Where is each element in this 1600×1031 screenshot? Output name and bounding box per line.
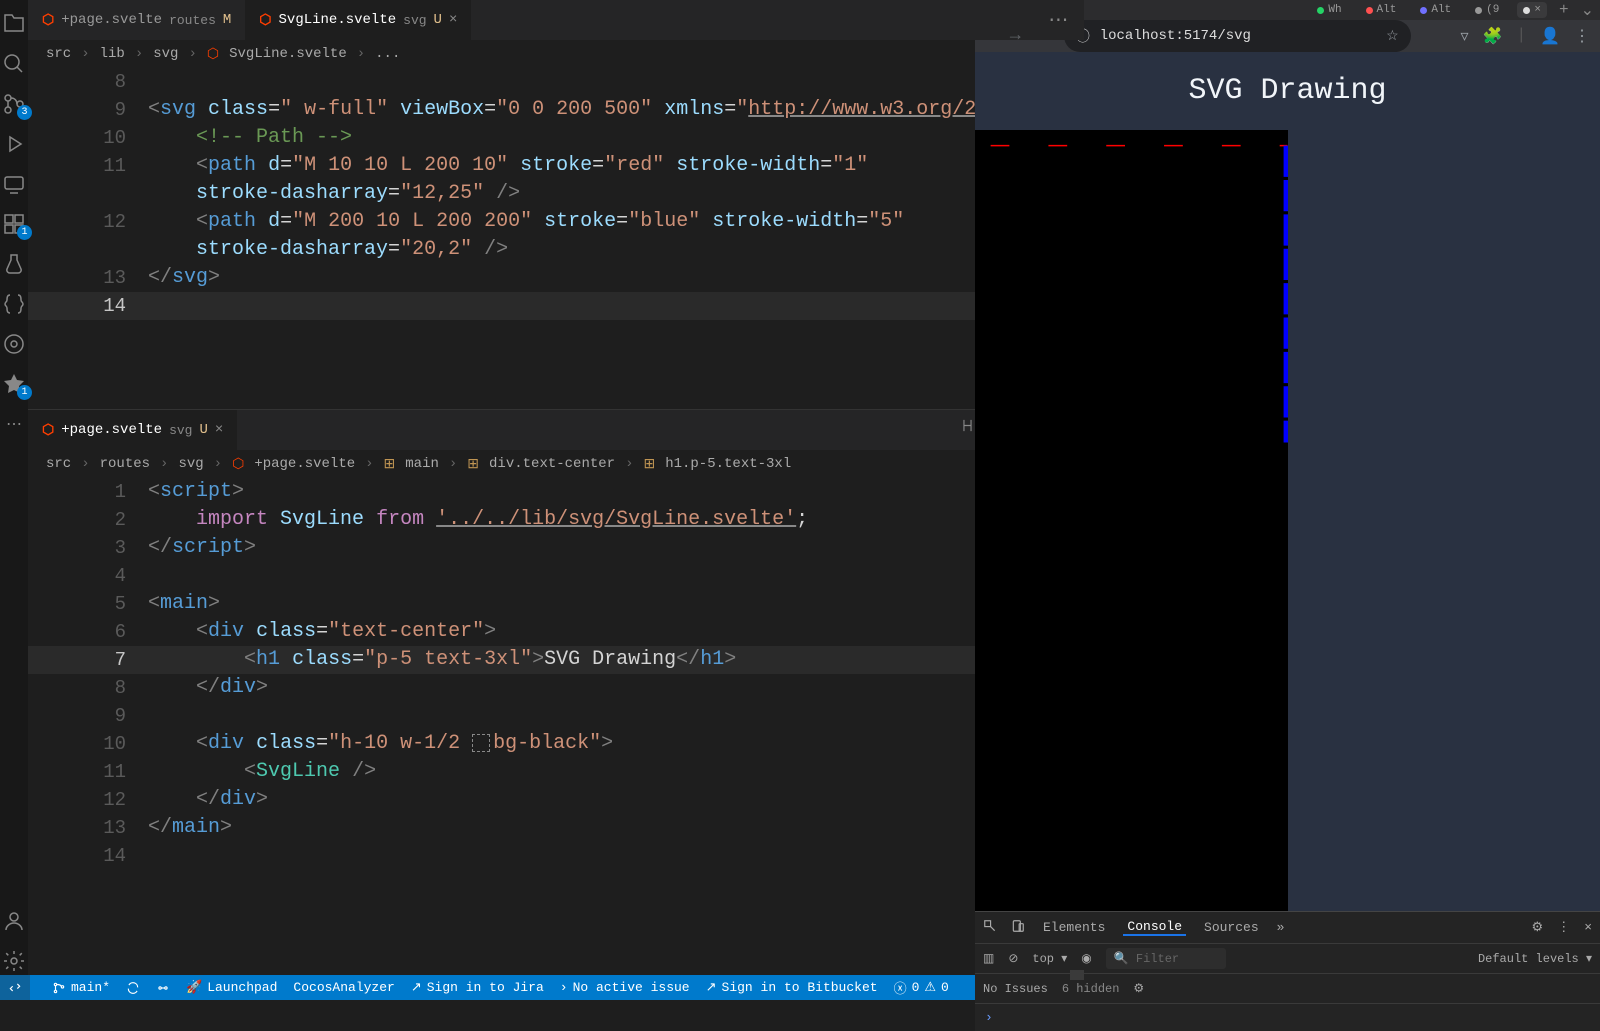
breadcrumbs-top[interactable]: src› lib› svg› ⬡SvgLine.svelte› ... xyxy=(28,40,1084,68)
gitlens-icon[interactable] xyxy=(0,330,28,358)
browser-tab[interactable]: Alt xyxy=(1414,2,1457,18)
close-icon[interactable]: × xyxy=(449,12,457,28)
gear-icon[interactable]: ⚙ xyxy=(1133,981,1144,996)
close-icon[interactable]: × xyxy=(215,422,223,438)
browser-tab[interactable]: (9 xyxy=(1469,2,1505,18)
issue-button[interactable]: › No active issue xyxy=(560,980,690,995)
page-title: SVG Drawing xyxy=(975,52,1600,130)
browser-tab-active[interactable]: × xyxy=(1517,2,1547,18)
cocos-button[interactable]: CocosAnalyzer xyxy=(293,980,394,995)
svelte-icon: ⬡ xyxy=(42,422,54,439)
explorer-icon[interactable] xyxy=(0,10,28,38)
page-content: SVG Drawing xyxy=(975,52,1600,911)
tabs-dropdown-icon[interactable]: ⌄ xyxy=(1581,0,1594,20)
bitbucket-button[interactable]: ↗ Sign in to Bitbucket xyxy=(706,980,878,995)
test-icon[interactable] xyxy=(0,250,28,278)
settings-icon[interactable]: ⚙ xyxy=(1532,920,1544,935)
tab-page-svelte-bottom[interactable]: ⬡ +page.svelte svg U × xyxy=(28,410,237,450)
problems-button[interactable]: ⓧ 0 ⚠ 0 xyxy=(894,978,949,997)
scm-icon[interactable]: 3 xyxy=(0,90,28,118)
sync-button[interactable] xyxy=(126,981,140,995)
branch-button[interactable]: main* xyxy=(52,980,110,995)
browser-window: Wh Alt Alt (9 × + ⌄ ← → ⟳ ⓘ localhost:51… xyxy=(975,0,1600,1000)
remote-button[interactable] xyxy=(0,975,30,1000)
editor-more-icon[interactable]: ⋯ xyxy=(1034,7,1084,33)
activity-bar: 3 1 1 ⋯ xyxy=(0,0,28,975)
scrollbar[interactable] xyxy=(1070,970,1084,980)
new-tab-button[interactable]: + xyxy=(1559,1,1569,19)
json-icon[interactable] xyxy=(0,290,28,318)
console-tab[interactable]: Console xyxy=(1123,919,1186,936)
hidden-label[interactable]: 6 hidden xyxy=(1062,982,1120,996)
menu-icon[interactable]: ⋮ xyxy=(1557,920,1570,935)
close-icon[interactable]: × xyxy=(1584,920,1592,935)
send-icon[interactable]: ▿ xyxy=(1461,26,1469,46)
project-icon[interactable]: 1 xyxy=(0,370,28,398)
svelte-icon: ⬡ xyxy=(42,12,54,29)
close-icon[interactable]: × xyxy=(1534,4,1541,16)
vscode-window: 3 1 1 ⋯ ⬡ +page.svelte routes xyxy=(0,0,975,1000)
code-area-top[interactable]: 8 9<svg class=" w-full" viewBox="0 0 200… xyxy=(28,68,1084,320)
filter-input[interactable]: 🔍 Filter xyxy=(1106,948,1226,969)
browser-tab[interactable]: Alt xyxy=(1360,2,1403,18)
console-prompt[interactable]: › xyxy=(975,1004,1600,1031)
sources-tab[interactable]: Sources xyxy=(1200,920,1263,935)
search-icon[interactable] xyxy=(0,50,28,78)
launchpad-button[interactable]: 🚀 Launchpad xyxy=(186,980,277,995)
levels-dropdown[interactable]: Default levels ▾ xyxy=(1478,951,1592,966)
address-bar[interactable]: ⓘ localhost:5174/svg ☆ xyxy=(1064,20,1411,52)
breadcrumbs-bottom[interactable]: src› routes› svg› ⬡+page.svelte› ⊞main› … xyxy=(28,450,1084,478)
remote-icon[interactable] xyxy=(0,170,28,198)
more-tabs-icon[interactable]: » xyxy=(1277,920,1285,935)
debug-icon[interactable] xyxy=(0,130,28,158)
extensions-icon[interactable]: 🧩 xyxy=(1483,26,1503,46)
svelte-icon: ⬡ xyxy=(259,12,271,29)
more-icon[interactable]: ⋯ xyxy=(0,410,28,438)
settings-icon[interactable] xyxy=(0,947,28,975)
account-icon[interactable] xyxy=(0,907,28,935)
svg-output xyxy=(975,130,1288,911)
bookmark-icon[interactable]: ☆ xyxy=(1386,28,1399,45)
no-issues-label: No Issues xyxy=(983,982,1048,996)
gitlens-button[interactable] xyxy=(156,981,170,995)
compare-icon[interactable] xyxy=(959,417,976,443)
tab-page-svelte[interactable]: ⬡ +page.svelte routes M xyxy=(28,0,245,40)
editor-top: ⬡ +page.svelte routes M ⬡ SvgLine.svelte… xyxy=(28,0,1084,410)
forward-button[interactable]: → xyxy=(1010,26,1021,46)
extensions-icon[interactable]: 1 xyxy=(0,210,28,238)
status-bar: main* 🚀 Launchpad CocosAnalyzer ↗ Sign i… xyxy=(0,975,975,1000)
editor-tabs-top: ⬡ +page.svelte routes M ⬡ SvgLine.svelte… xyxy=(28,0,1084,40)
jira-button[interactable]: ↗ Sign in to Jira xyxy=(411,980,544,995)
code-area-bottom[interactable]: 1<script> 2 import SvgLine from '../../l… xyxy=(28,478,1084,870)
profile-icon[interactable]: 👤 xyxy=(1540,26,1560,46)
editor-bottom: ⬡ +page.svelte svg U × ⋯ src› xyxy=(28,410,1084,975)
divider: | xyxy=(1516,26,1526,46)
tab-svgline-svelte[interactable]: ⬡ SvgLine.svelte svg U × xyxy=(245,0,471,40)
menu-icon[interactable]: ⋮ xyxy=(1574,26,1590,46)
editor-tabs-bottom: ⬡ +page.svelte svg U × ⋯ xyxy=(28,410,1084,450)
browser-tab[interactable]: Wh xyxy=(1311,2,1347,18)
